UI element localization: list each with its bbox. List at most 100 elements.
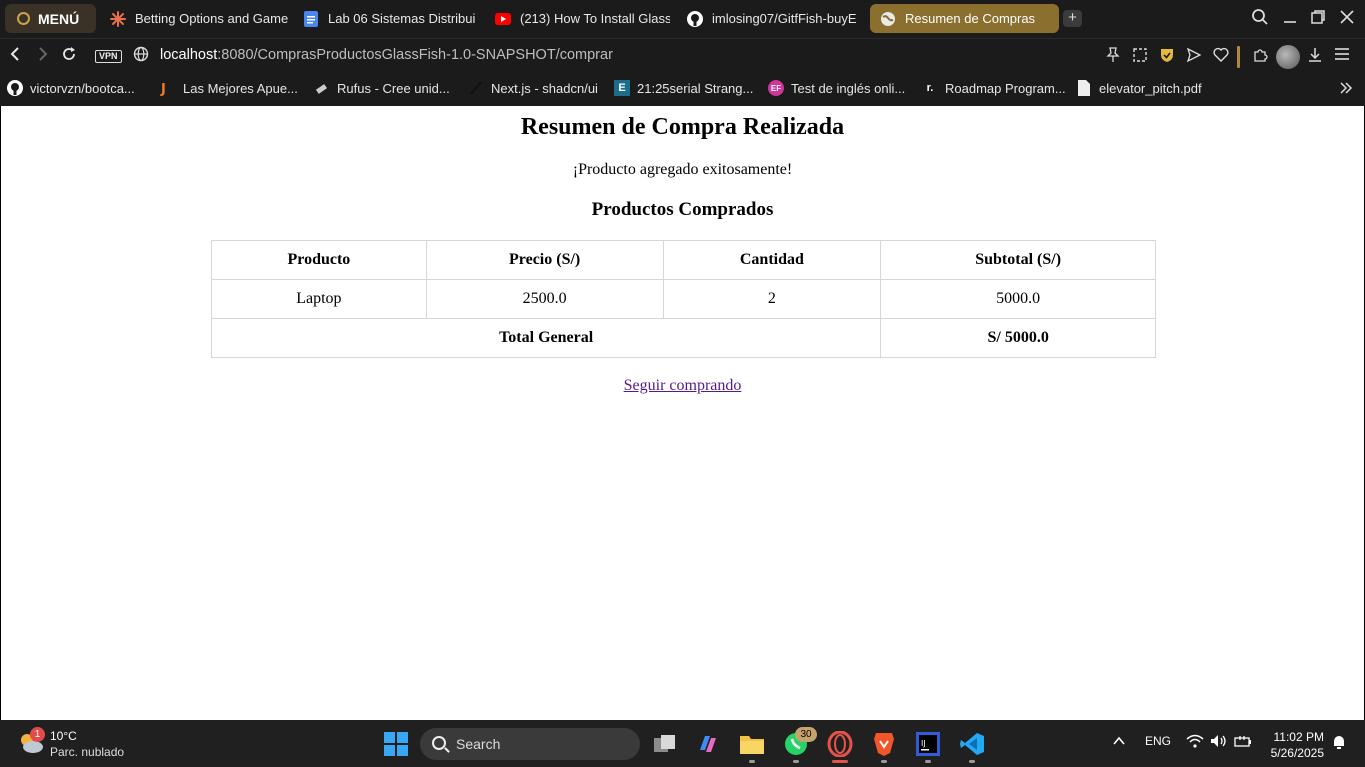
tab-label: (213) How To Install Glass <box>520 11 670 26</box>
tab-github[interactable]: imlosing07/GitfFish-buyE <box>677 4 862 33</box>
new-tab-button[interactable]: + <box>1063 10 1082 27</box>
clock-date: 5/26/2025 <box>1270 746 1324 760</box>
opera-logo-icon <box>17 12 30 25</box>
temperature[interactable]: 10°C <box>50 729 77 743</box>
running-indicator <box>793 760 799 763</box>
tab-label: Betting Options and Game <box>135 11 289 26</box>
running-indicator <box>925 760 931 763</box>
header-producto: Producto <box>211 240 427 280</box>
e-icon: E <box>614 80 630 96</box>
input-language[interactable]: ENG <box>1145 734 1171 748</box>
opera-menu-button[interactable]: MENÚ <box>5 4 96 33</box>
send-icon[interactable] <box>1184 47 1204 67</box>
address-bar: VPN localhost:8080/ComprasProductosGlass… <box>0 38 1365 74</box>
minimize-icon[interactable] <box>1279 8 1301 30</box>
url-field[interactable]: localhost:8080/ComprasProductosGlassFish… <box>160 47 613 63</box>
bookmark-label: Las Mejores Apue... <box>183 80 298 96</box>
vpn-badge[interactable]: VPN <box>95 50 122 63</box>
running-indicator <box>749 760 755 763</box>
heart-icon[interactable] <box>1211 47 1231 67</box>
running-indicator <box>969 760 975 763</box>
opera-browser-icon[interactable] <box>826 730 854 758</box>
restore-icon[interactable] <box>1307 8 1329 30</box>
tab-resumen-compras[interactable]: Resumen de Compras <box>870 4 1059 33</box>
success-message: ¡Producto agregado exitosamente! <box>572 161 793 178</box>
url-path: :8080/ComprasProductosGlassFish-1.0-SNAP… <box>217 47 613 63</box>
battery-icon[interactable] <box>1234 734 1252 751</box>
section-title: Productos Comprados <box>591 199 774 220</box>
slash-icon <box>468 80 484 96</box>
bookmark-item[interactable]: Rufus - Cree unid... <box>314 80 450 96</box>
bookmark-item[interactable]: r. Roadmap Program... <box>922 80 1066 96</box>
globe-icon <box>880 11 896 27</box>
windows-start-icon[interactable] <box>382 730 410 758</box>
search-placeholder: Search <box>456 736 501 752</box>
intellij-icon[interactable]: IJ <box>914 730 942 758</box>
task-view-icon[interactable] <box>651 730 679 758</box>
menu-label: MENÚ <box>38 10 80 27</box>
header-precio: Precio (S/) <box>425 240 664 280</box>
ef-icon: EF <box>768 80 784 96</box>
bookmark-label: Test de inglés onli... <box>791 80 906 96</box>
whatsapp-badge: 30 <box>795 727 817 742</box>
tab-youtube[interactable]: (213) How To Install Glass <box>485 4 670 33</box>
back-icon[interactable] <box>5 45 27 67</box>
download-icon[interactable] <box>1305 47 1325 67</box>
search-tabs-icon[interactable] <box>1249 8 1271 30</box>
tab-betting[interactable]: Betting Options and Game <box>100 4 290 33</box>
table-row: Laptop 2500.0 2 5000.0 <box>211 279 1156 319</box>
more-bookmarks-icon[interactable] <box>1339 81 1353 95</box>
close-icon[interactable] <box>1336 8 1358 30</box>
github-icon <box>687 10 703 27</box>
pin-icon[interactable] <box>1103 47 1123 67</box>
bookmark-item[interactable]: victorvzn/bootca... <box>7 80 135 96</box>
bookmark-item[interactable]: J Las Mejores Apue... <box>160 80 298 97</box>
bookmark-label: 21:25serial Strang... <box>637 80 754 96</box>
profile-avatar[interactable] <box>1276 45 1300 69</box>
volume-icon[interactable] <box>1210 734 1228 751</box>
site-info-globe-icon[interactable] <box>130 45 152 67</box>
tab-lab06[interactable]: Lab 06 Sistemas Distribui <box>293 4 478 33</box>
bet-icon: J <box>160 80 176 96</box>
search-icon <box>432 736 446 750</box>
bookmarks-bar: victorvzn/bootca... J Las Mejores Apue..… <box>0 74 1365 106</box>
running-indicator-active <box>832 760 848 763</box>
bookmark-label: Rufus - Cree unid... <box>337 80 450 96</box>
web-page: Resumen de Compra Realizada ¡Producto ag… <box>1 106 1364 720</box>
bookmark-label: Roadmap Program... <box>945 80 1066 96</box>
tab-label: imlosing07/GitfFish-buyE <box>712 11 857 26</box>
bookmark-item[interactable]: E 21:25serial Strang... <box>614 80 753 96</box>
copilot-icon[interactable] <box>694 730 722 758</box>
continue-shopping-link[interactable]: Seguir comprando <box>624 377 742 394</box>
extensions-icon[interactable] <box>1250 47 1270 67</box>
forward-icon[interactable] <box>31 45 53 67</box>
taskbar-search-box[interactable]: Search <box>420 728 640 760</box>
purchase-table: Producto Precio (S/) Cantidad Subtotal (… <box>210 240 1156 358</box>
docs-icon <box>303 10 319 27</box>
cell-producto: Laptop <box>211 279 427 319</box>
brave-icon[interactable] <box>870 730 898 758</box>
youtube-icon <box>495 11 511 27</box>
weather-condition[interactable]: Parc. nublado <box>50 745 124 759</box>
show-hidden-icons-icon[interactable] <box>1112 734 1126 751</box>
running-indicator <box>881 760 887 763</box>
wifi-icon[interactable] <box>1186 734 1204 751</box>
vscode-icon[interactable] <box>958 730 986 758</box>
notifications-icon[interactable] <box>1331 734 1347 753</box>
tab-strip: MENÚ Betting Options and Game Lab 06 Sis… <box>0 0 1365 38</box>
cell-cantidad: 2 <box>662 279 882 319</box>
adblock-shield-icon[interactable] <box>1157 47 1177 67</box>
file-explorer-icon[interactable] <box>738 730 766 758</box>
page-title: Resumen de Compra Realizada <box>520 114 845 140</box>
bookmark-item[interactable]: EF Test de inglés onli... <box>768 80 905 96</box>
snapshot-icon[interactable] <box>1130 47 1150 67</box>
bookmark-item[interactable]: Next.js - shadcn/ui <box>468 80 598 96</box>
svg-text:IJ: IJ <box>921 739 926 748</box>
bookmark-item[interactable]: elevator_pitch.pdf <box>1076 80 1202 96</box>
github-icon <box>7 80 23 96</box>
system-clock[interactable]: 11:02 PM 5/26/2025 <box>1266 729 1324 761</box>
bookmark-label: victorvzn/bootca... <box>30 80 135 96</box>
total-value: S/ 5000.0 <box>880 318 1156 358</box>
reload-icon[interactable] <box>58 45 80 67</box>
easy-setup-menu-icon[interactable] <box>1332 47 1352 67</box>
